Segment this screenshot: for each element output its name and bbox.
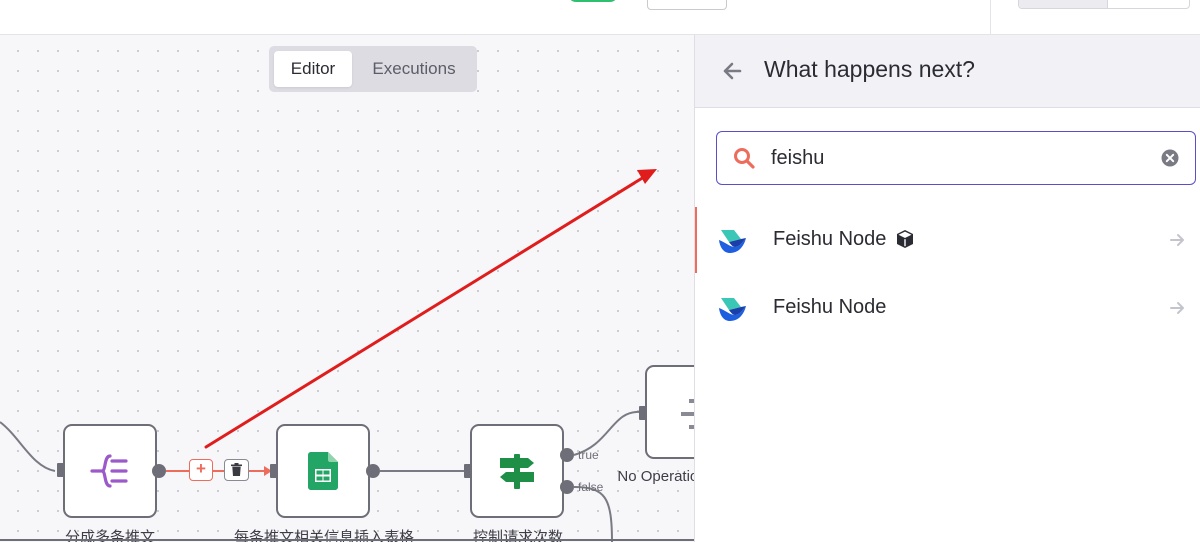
delete-connection-button[interactable] [224, 459, 249, 481]
search-box[interactable] [716, 131, 1196, 185]
top-right-button-group[interactable] [1018, 0, 1190, 9]
top-right-button-left[interactable] [1019, 0, 1108, 8]
node-split-out[interactable] [63, 424, 157, 518]
clear-search-icon[interactable] [1161, 149, 1179, 167]
no-op-icon [681, 399, 694, 429]
back-arrow-icon[interactable] [722, 61, 742, 81]
arrow-right-icon [1170, 302, 1184, 314]
tab-editor[interactable]: Editor [274, 51, 352, 87]
node-creator-panel: What happens next? Feishu Node [694, 35, 1200, 542]
editor-executions-toggle: Editor Executions [269, 46, 477, 92]
branch-label-true: true [578, 448, 599, 462]
branch-label-false: false [578, 480, 604, 494]
node-if-false-port[interactable] [560, 480, 574, 494]
top-bar [0, 0, 1200, 35]
node-split-output-port[interactable] [152, 464, 166, 478]
search-result-label: Feishu Node [773, 228, 887, 250]
connection-incoming[interactable] [0, 421, 56, 472]
panel-header: What happens next? [695, 35, 1200, 108]
node-no-operation[interactable] [645, 365, 694, 459]
node-control-requests[interactable] [470, 424, 564, 518]
cube-icon [897, 230, 913, 248]
top-divider [990, 0, 991, 34]
node-if-true-port[interactable] [560, 448, 574, 462]
connection-false-branch[interactable] [573, 486, 613, 542]
split-out-icon [90, 454, 128, 488]
node-sheets-output-port[interactable] [366, 464, 380, 478]
node-google-sheets[interactable] [276, 424, 370, 518]
feishu-logo-icon [719, 230, 746, 253]
active-toggle[interactable] [568, 0, 618, 2]
arrow-right-icon [1170, 234, 1184, 246]
feishu-logo-icon [719, 298, 746, 321]
trash-icon [231, 463, 242, 476]
tab-executions[interactable]: Executions [359, 51, 469, 87]
search-result-feishu-node-1[interactable]: Feishu Node [695, 207, 1200, 273]
search-input[interactable] [771, 143, 1151, 173]
node-label-noop: No Operation [617, 468, 694, 485]
workflow-canvas[interactable]: Editor Executions 分成多条推文 + 每条推文相关信息插入表格 … [0, 35, 694, 542]
add-node-button[interactable]: + [189, 459, 213, 481]
signpost-icon [500, 454, 534, 489]
search-icon [734, 148, 755, 169]
top-button[interactable] [647, 0, 727, 10]
panel-title: What happens next? [764, 56, 975, 82]
google-sheets-icon [308, 452, 338, 490]
canvas-bottom-line [0, 539, 694, 541]
search-result-label: Feishu Node [773, 296, 887, 318]
search-result-feishu-node-2[interactable]: Feishu Node [695, 275, 1200, 341]
